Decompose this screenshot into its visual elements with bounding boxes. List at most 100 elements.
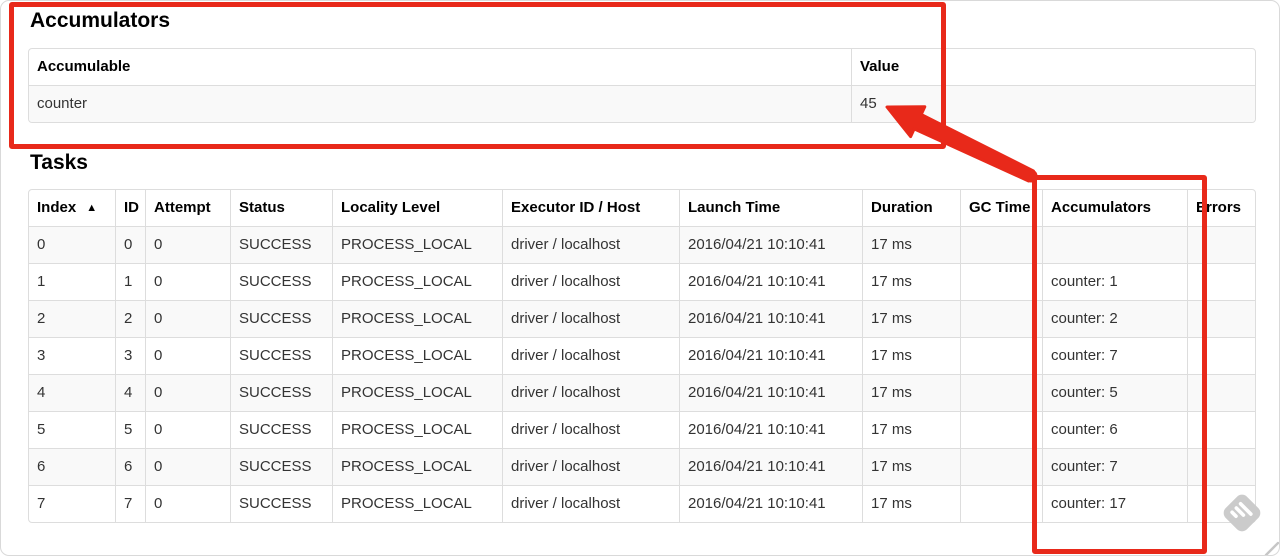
header-row: Accumulable Value — [29, 49, 1255, 86]
cell-accumulators: counter: 7 — [1043, 338, 1188, 375]
cell-gc-time — [961, 375, 1043, 412]
col-header-locality-level[interactable]: Locality Level — [333, 190, 503, 227]
cell-gc-time — [961, 227, 1043, 264]
table-row: 5 5 0 SUCCESS PROCESS_LOCAL driver / localhos… — [29, 412, 1255, 449]
table-row: 1 1 0 SUCCESS PROCESS_LOCAL driver / localhos… — [29, 264, 1255, 301]
cell-index: 5 — [29, 412, 116, 449]
tasks-table-body: 0 0 0 SUCCESS PROCESS_LOCAL driver / localhos… — [29, 227, 1255, 522]
cell-gc-time — [961, 486, 1043, 522]
cell-attempt: 0 — [146, 301, 231, 338]
cell-gc-time — [961, 449, 1043, 486]
cell-index: 1 — [29, 264, 116, 301]
tasks-section-heading: Tasks — [30, 151, 88, 174]
cell-accumulators — [1043, 227, 1188, 264]
cell-attempt: 0 — [146, 486, 231, 522]
cell-accumulators: counter: 5 — [1043, 375, 1188, 412]
accumulators-table-body: counter 45 — [29, 86, 1255, 122]
tasks-table: Index ▲ ID Attempt Status Locality Level … — [28, 189, 1256, 523]
cell-locality-level: PROCESS_LOCAL — [333, 338, 503, 375]
cell-duration: 17 ms — [863, 338, 961, 375]
cell-id: 2 — [116, 301, 146, 338]
cell-accumulators: counter: 6 — [1043, 412, 1188, 449]
cell-executor-id-host: driver / localhost — [503, 227, 680, 264]
cell-attempt: 0 — [146, 264, 231, 301]
cell-attempt: 0 — [146, 338, 231, 375]
cell-accumulable: counter — [29, 86, 852, 122]
cell-attempt: 0 — [146, 375, 231, 412]
cell-errors — [1188, 264, 1255, 301]
col-header-id[interactable]: ID — [116, 190, 146, 227]
cell-errors — [1188, 301, 1255, 338]
cell-id: 6 — [116, 449, 146, 486]
col-header-gc-time[interactable]: GC Time — [961, 190, 1043, 227]
cell-id: 5 — [116, 412, 146, 449]
cell-gc-time — [961, 264, 1043, 301]
cell-launch-time: 2016/04/21 10:10:41 — [680, 412, 863, 449]
cell-executor-id-host: driver / localhost — [503, 449, 680, 486]
cell-status: SUCCESS — [231, 338, 333, 375]
cell-executor-id-host: driver / localhost — [503, 338, 680, 375]
cell-duration: 17 ms — [863, 301, 961, 338]
cell-launch-time: 2016/04/21 10:10:41 — [680, 338, 863, 375]
spark-ui-stage-page: Accumulators Accumulable Value counter 45… — [0, 0, 1280, 556]
cell-errors — [1188, 449, 1255, 486]
col-header-accumulable[interactable]: Accumulable — [29, 49, 852, 86]
cell-id: 1 — [116, 264, 146, 301]
cell-launch-time: 2016/04/21 10:10:41 — [680, 375, 863, 412]
accumulators-table: Accumulable Value counter 45 — [28, 48, 1256, 123]
cell-status: SUCCESS — [231, 375, 333, 412]
cell-index: 0 — [29, 227, 116, 264]
cell-status: SUCCESS — [231, 449, 333, 486]
cell-gc-time — [961, 412, 1043, 449]
col-header-index[interactable]: Index ▲ — [29, 190, 116, 227]
cell-value: 45 — [860, 95, 877, 112]
cell-accumulators: counter: 2 — [1043, 301, 1188, 338]
col-header-index-label: Index — [37, 199, 77, 216]
cell-id: 3 — [116, 338, 146, 375]
cell-attempt: 0 — [146, 227, 231, 264]
cell-executor-id-host: driver / localhost — [503, 486, 680, 522]
col-header-errors[interactable]: Errors — [1188, 190, 1255, 227]
cell-duration: 17 ms — [863, 227, 961, 264]
col-header-attempt[interactable]: Attempt — [146, 190, 231, 227]
cell-launch-time: 2016/04/21 10:10:41 — [680, 227, 863, 264]
cell-locality-level: PROCESS_LOCAL — [333, 486, 503, 522]
cell-gc-time — [961, 338, 1043, 375]
cell-duration: 17 ms — [863, 486, 961, 522]
corner-mark — [1264, 541, 1279, 555]
header-row: Index ▲ ID Attempt Status Locality Level … — [29, 190, 1255, 227]
cell-locality-level: PROCESS_LOCAL — [333, 301, 503, 338]
cell-executor-id-host: driver / localhost — [503, 412, 680, 449]
col-header-accumulators[interactable]: Accumulators — [1043, 190, 1188, 227]
col-header-executor-id-host[interactable]: Executor ID / Host — [503, 190, 680, 227]
cell-duration: 17 ms — [863, 264, 961, 301]
cell-launch-time: 2016/04/21 10:10:41 — [680, 264, 863, 301]
cell-locality-level: PROCESS_LOCAL — [333, 227, 503, 264]
col-header-duration[interactable]: Duration — [863, 190, 961, 227]
cell-status: SUCCESS — [231, 227, 333, 264]
cell-attempt: 0 — [146, 449, 231, 486]
cell-attempt: 0 — [146, 412, 231, 449]
cell-errors — [1188, 486, 1255, 522]
cell-accumulators: counter: 1 — [1043, 264, 1188, 301]
sort-asc-icon: ▲ — [86, 202, 98, 214]
cell-executor-id-host: driver / localhost — [503, 264, 680, 301]
cell-accumulators: counter: 17 — [1043, 486, 1188, 522]
table-row: 6 6 0 SUCCESS PROCESS_LOCAL driver / localhos… — [29, 449, 1255, 486]
cell-id: 7 — [116, 486, 146, 522]
col-header-launch-time[interactable]: Launch Time — [680, 190, 863, 227]
cell-launch-time: 2016/04/21 10:10:41 — [680, 486, 863, 522]
cell-id: 4 — [116, 375, 146, 412]
table-row: counter 45 — [29, 86, 1255, 122]
table-row: 7 7 0 SUCCESS PROCESS_LOCAL driver / localhos… — [29, 486, 1255, 522]
cell-launch-time: 2016/04/21 10:10:41 — [680, 301, 863, 338]
cell-duration: 17 ms — [863, 412, 961, 449]
col-header-value[interactable]: Value — [852, 49, 1255, 86]
col-header-status[interactable]: Status — [231, 190, 333, 227]
cell-status: SUCCESS — [231, 301, 333, 338]
cell-errors — [1188, 227, 1255, 264]
cell-gc-time — [961, 301, 1043, 338]
table-row: 4 4 0 SUCCESS PROCESS_LOCAL driver / localhos… — [29, 375, 1255, 412]
cell-launch-time: 2016/04/21 10:10:41 — [680, 449, 863, 486]
cell-locality-level: PROCESS_LOCAL — [333, 264, 503, 301]
